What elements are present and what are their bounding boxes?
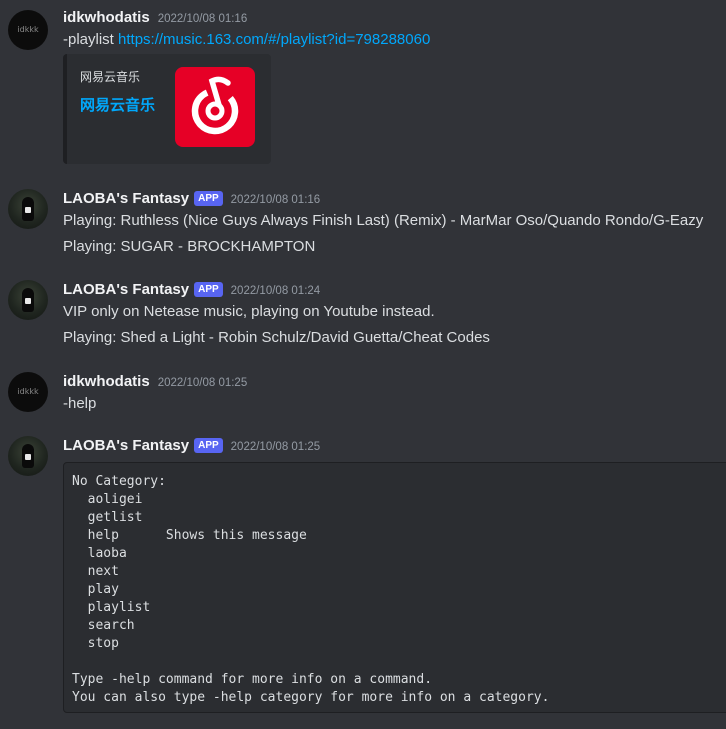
app-badge: APP bbox=[194, 438, 223, 453]
avatar[interactable] bbox=[8, 436, 48, 476]
username[interactable]: idkwhodatis bbox=[63, 373, 150, 390]
timestamp: 2022/10/08 01:16 bbox=[230, 194, 321, 206]
app-badge: APP bbox=[194, 191, 223, 206]
avatar-text: idkkk bbox=[17, 387, 39, 396]
message-header: LAOBA's Fantasy APP 2022/10/08 01:25 bbox=[63, 437, 320, 455]
message-line: VIP only on Netease music, playing on Yo… bbox=[63, 303, 435, 320]
avatar[interactable]: idkkk bbox=[8, 10, 48, 50]
code-line: No Category: bbox=[72, 474, 166, 489]
message-header: LAOBA's Fantasy APP 2022/10/08 01:16 bbox=[63, 190, 320, 208]
link-embed: 网易云音乐 网易云音乐 bbox=[63, 54, 271, 164]
code-line: stop bbox=[72, 636, 119, 651]
avatar[interactable]: idkkk bbox=[8, 372, 48, 412]
message-header: idkwhodatis 2022/10/08 01:16 bbox=[63, 9, 247, 26]
code-line: getlist bbox=[72, 510, 143, 525]
message-line: Playing: Ruthless (Nice Guys Always Fini… bbox=[63, 212, 704, 229]
code-block: No Category: aoligei getlist help Shows … bbox=[63, 462, 726, 713]
username[interactable]: LAOBA's Fantasy bbox=[63, 190, 189, 207]
message-line: -help bbox=[63, 395, 97, 412]
code-line: laoba bbox=[72, 546, 127, 561]
timestamp: 2022/10/08 01:25 bbox=[157, 377, 248, 389]
code-line: help Shows this message bbox=[72, 528, 307, 543]
code-line: play bbox=[72, 582, 119, 597]
code-line: aoligei bbox=[72, 492, 143, 507]
timestamp: 2022/10/08 01:25 bbox=[230, 441, 321, 453]
code-line: search bbox=[72, 618, 135, 633]
avatar[interactable] bbox=[8, 189, 48, 229]
avatar-text: idkkk bbox=[17, 25, 39, 34]
netease-music-logo-icon[interactable] bbox=[175, 67, 255, 147]
username[interactable]: LAOBA's Fantasy bbox=[63, 281, 189, 298]
app-badge: APP bbox=[194, 282, 223, 297]
code-line: playlist bbox=[72, 600, 151, 615]
username[interactable]: idkwhodatis bbox=[63, 9, 150, 26]
username[interactable]: LAOBA's Fantasy bbox=[63, 437, 189, 454]
message-line: Playing: SUGAR - BROCKHAMPTON bbox=[63, 238, 316, 255]
message-line: Playing: Shed a Light - Robin Schulz/Dav… bbox=[63, 329, 490, 346]
message-header: idkwhodatis 2022/10/08 01:25 bbox=[63, 373, 247, 390]
avatar[interactable] bbox=[8, 280, 48, 320]
message-content: -playlist https://music.163.com/#/playli… bbox=[63, 31, 430, 48]
timestamp: 2022/10/08 01:16 bbox=[157, 13, 248, 25]
embed-provider: 网易云音乐 bbox=[80, 70, 141, 84]
code-line: You can also type -help category for mor… bbox=[72, 690, 550, 705]
code-line: Type -help command for more info on a co… bbox=[72, 672, 433, 687]
embed-title[interactable]: 网易云音乐 bbox=[80, 94, 155, 115]
code-line: next bbox=[72, 564, 119, 579]
message-header: LAOBA's Fantasy APP 2022/10/08 01:24 bbox=[63, 281, 320, 299]
command-text: -playlist bbox=[63, 31, 119, 48]
playlist-link[interactable]: https://music.163.com/#/playlist?id=7982… bbox=[118, 31, 430, 48]
timestamp: 2022/10/08 01:24 bbox=[230, 285, 321, 297]
